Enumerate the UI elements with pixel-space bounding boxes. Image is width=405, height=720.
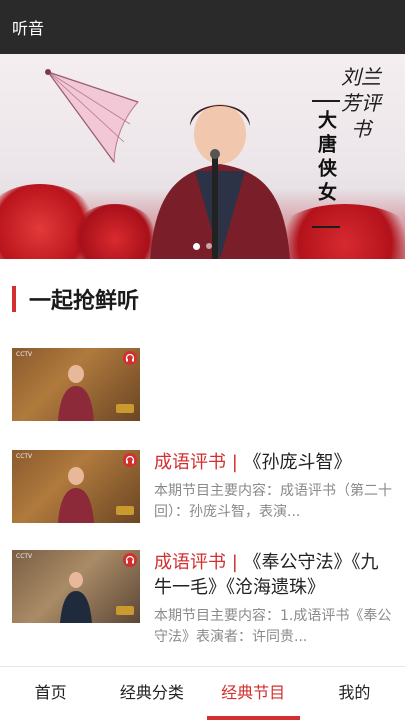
tab-mine[interactable]: 我的 (304, 667, 405, 720)
section-header: 一起抢鲜听 (12, 284, 139, 314)
list-item[interactable]: CCTV 成语评书 | 《奉公守法》《九牛一毛》《沧海遗珠》 本期节目主要内容：… (12, 550, 393, 648)
channel-logo: CCTV (16, 351, 33, 358)
item-thumbnail: CCTV (12, 450, 140, 523)
item-title: 成语评书 | 《奉公守法》《九牛一毛》《沧海遗珠》 (154, 550, 393, 600)
banner-boxed-title-text: 大唐侠女 (315, 110, 337, 206)
active-tab-indicator (206, 716, 300, 720)
performer-image (150, 104, 290, 259)
item-thumbnail: CCTV (12, 348, 140, 421)
banner-boxed-title: 大唐侠女 (312, 100, 340, 228)
fan-graphic (45, 69, 139, 164)
app-bar: 听音 (0, 0, 405, 54)
item-category: 成语评书 | (154, 552, 238, 573)
carousel-dot[interactable] (193, 243, 200, 250)
headphones-icon (123, 553, 137, 567)
program-logo (116, 606, 134, 615)
headphones-icon (123, 453, 137, 467)
tab-label: 经典分类 (119, 683, 184, 702)
storyteller-figure (60, 572, 92, 623)
channel-logo: CCTV (16, 553, 33, 560)
tab-label: 经典节目 (221, 683, 286, 702)
item-description: 本期节目主要内容：成语评书（第二十回）：孙庞斗智，表演... (154, 483, 392, 520)
item-info (154, 348, 393, 421)
banner-carousel[interactable]: 刘兰芳评书 大唐侠女 (0, 54, 405, 259)
headphones-icon (123, 351, 137, 365)
tab-classic-programs[interactable]: 经典节目 (203, 667, 304, 720)
item-category: 成语评书 | (154, 452, 238, 473)
item-info: 成语评书 | 《孙庞斗智》 本期节目主要内容：成语评书（第二十回）：孙庞斗智，表… (154, 450, 393, 523)
storyteller-figure (58, 365, 94, 421)
section-title: 一起抢鲜听 (29, 289, 140, 314)
bottom-tab-bar: 首页 经典分类 经典节目 我的 (0, 666, 405, 720)
section-accent-bar (12, 286, 16, 312)
channel-logo: CCTV (16, 453, 33, 460)
carousel-indicator (0, 243, 405, 250)
item-title-text: 《孙庞斗智》 (243, 452, 352, 473)
tab-label: 首页 (34, 683, 67, 702)
tab-categories[interactable]: 经典分类 (101, 667, 202, 720)
item-title: 成语评书 | 《孙庞斗智》 (154, 450, 393, 475)
carousel-dot[interactable] (206, 243, 212, 249)
item-info: 成语评书 | 《奉公守法》《九牛一毛》《沧海遗珠》 本期节目主要内容：1.成语评… (154, 550, 393, 648)
program-logo (116, 506, 134, 515)
tab-label: 我的 (338, 683, 371, 702)
banner-calligraphy: 刘兰芳评书 (341, 65, 381, 141)
app-title: 听音 (12, 19, 45, 38)
list-item[interactable]: CCTV 成语评书 | 《孙庞斗智》 本期节目主要内容：成语评书（第二十回）：孙… (12, 450, 393, 523)
storyteller-figure (58, 467, 94, 523)
list-item[interactable]: CCTV (12, 348, 393, 421)
tab-home[interactable]: 首页 (0, 667, 101, 720)
item-description: 本期节目主要内容：1.成语评书《奉公守法》表演者：许同贵... (154, 608, 392, 645)
item-thumbnail: CCTV (12, 550, 140, 623)
program-logo (116, 404, 134, 413)
